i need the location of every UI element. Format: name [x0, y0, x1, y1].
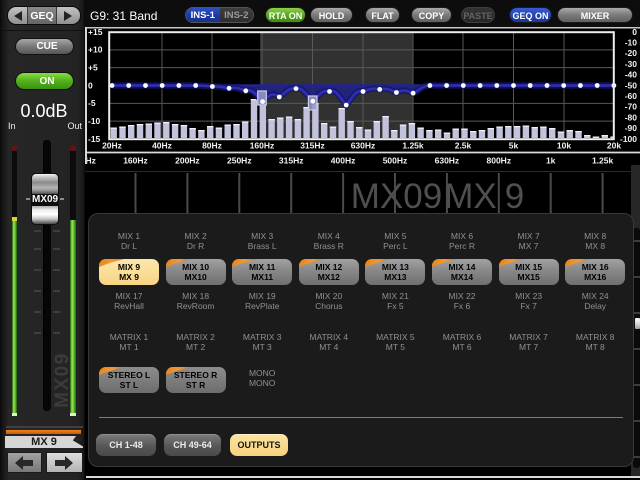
- svg-text:-15: -15: [88, 134, 101, 144]
- svg-text:9: 9: [505, 177, 524, 215]
- svg-text:+15: +15: [88, 27, 103, 37]
- svg-text:0: 0: [632, 27, 637, 37]
- svg-text:-100: -100: [620, 134, 637, 144]
- svg-text:MX09: MX09: [351, 177, 442, 215]
- svg-text:630Hz: 630Hz: [351, 141, 376, 151]
- svg-text:125Hz: 125Hz: [85, 156, 96, 166]
- svg-text:-10: -10: [88, 116, 101, 126]
- svg-text:200Hz: 200Hz: [175, 156, 200, 166]
- svg-text:160Hz: 160Hz: [123, 156, 148, 166]
- svg-text:-20: -20: [625, 48, 638, 58]
- svg-text:160Hz: 160Hz: [250, 141, 275, 151]
- svg-text:800Hz: 800Hz: [487, 156, 512, 166]
- svg-text:0: 0: [88, 80, 93, 90]
- svg-text:+10: +10: [88, 45, 103, 55]
- svg-text:-5: -5: [88, 98, 96, 108]
- svg-text:-60: -60: [625, 91, 638, 101]
- svg-text:-70: -70: [625, 102, 638, 112]
- svg-text:630Hz: 630Hz: [435, 156, 460, 166]
- svg-text:315Hz: 315Hz: [279, 156, 304, 166]
- svg-text:-90: -90: [625, 123, 638, 133]
- svg-text:MX: MX: [444, 177, 497, 215]
- svg-text:400Hz: 400Hz: [331, 156, 356, 166]
- svg-text:-10: -10: [625, 38, 638, 48]
- svg-text:250Hz: 250Hz: [227, 156, 252, 166]
- svg-text:-40: -40: [625, 70, 638, 80]
- svg-text:-50: -50: [625, 80, 638, 90]
- svg-text:80Hz: 80Hz: [202, 141, 222, 151]
- svg-text:40Hz: 40Hz: [152, 141, 172, 151]
- svg-text:2.5k: 2.5k: [455, 141, 472, 151]
- svg-text:-80: -80: [625, 112, 638, 122]
- svg-text:1k: 1k: [546, 156, 556, 166]
- svg-text:-30: -30: [625, 59, 638, 69]
- svg-text:1.25k: 1.25k: [592, 156, 614, 166]
- svg-text:315Hz: 315Hz: [300, 141, 325, 151]
- svg-text:1.25k: 1.25k: [402, 141, 424, 151]
- svg-text:5k: 5k: [509, 141, 519, 151]
- svg-text:+5: +5: [88, 63, 98, 73]
- svg-text:20Hz: 20Hz: [102, 141, 122, 151]
- svg-text:10k: 10k: [557, 141, 571, 151]
- svg-text:500Hz: 500Hz: [383, 156, 408, 166]
